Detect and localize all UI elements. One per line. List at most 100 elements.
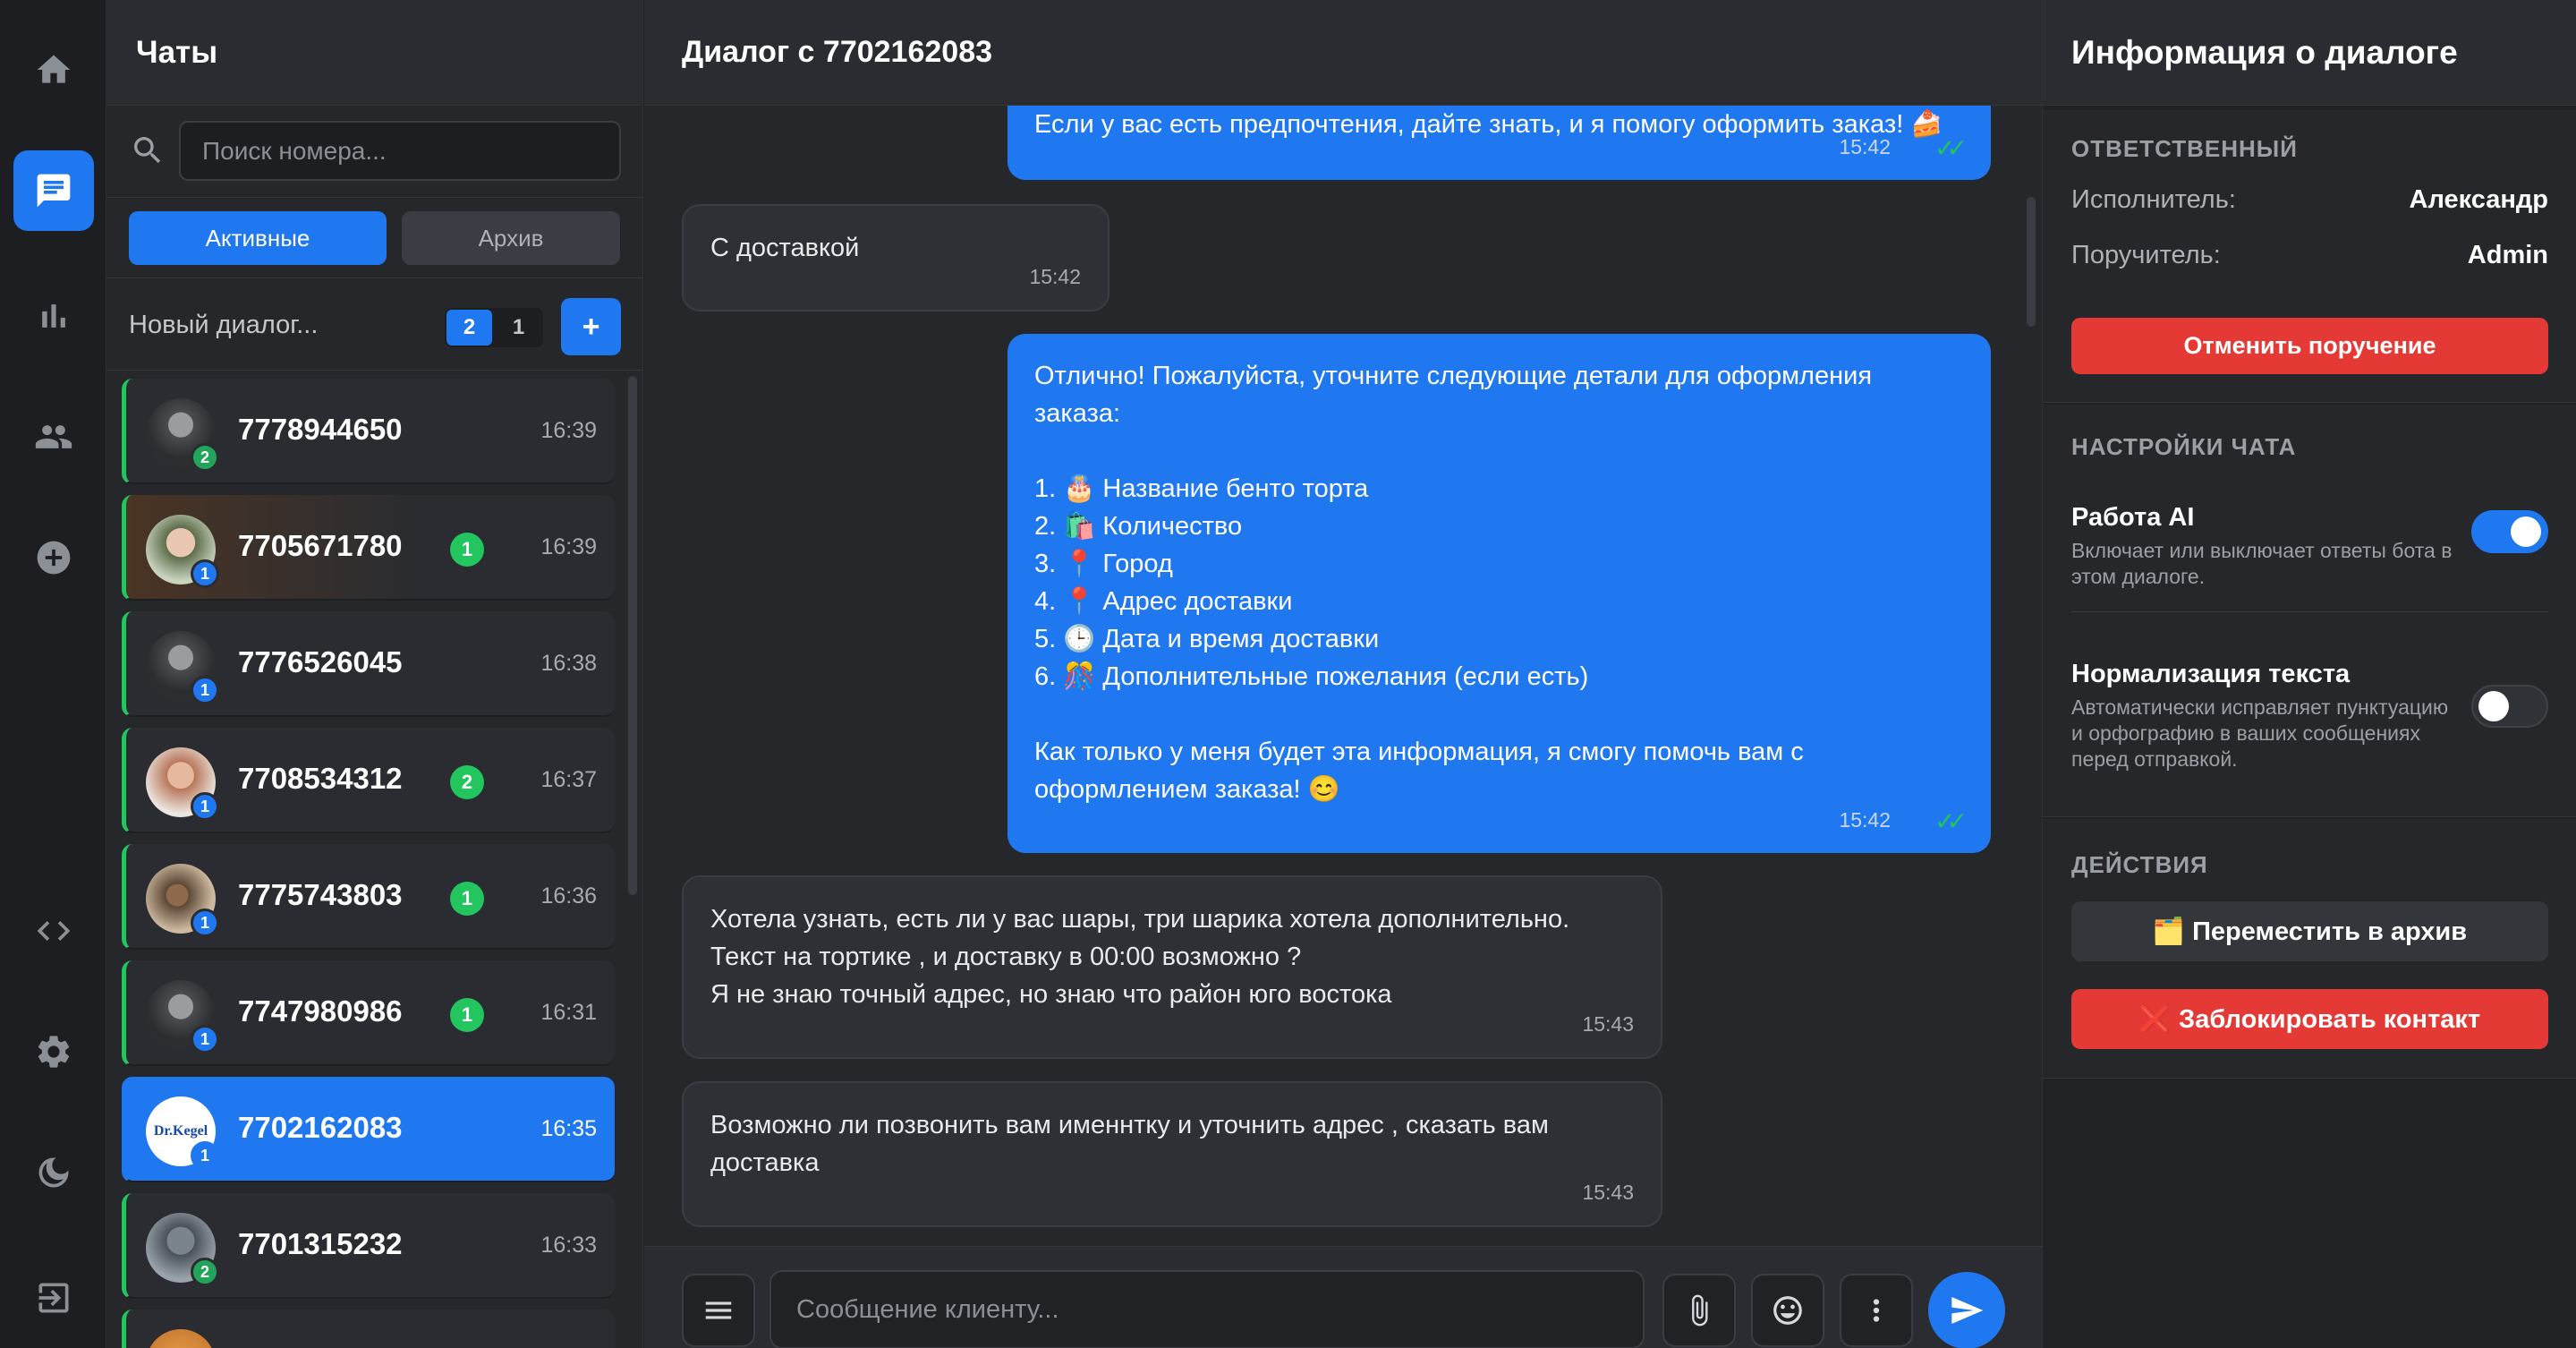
- unread-badge: 1: [450, 998, 484, 1032]
- search-row: [106, 106, 643, 198]
- page-button[interactable]: 2: [446, 310, 492, 346]
- chat-list-item[interactable]: 2 7701315232 16:33: [122, 1193, 615, 1299]
- assigner-row: Поручитель: Admin: [2071, 241, 2548, 270]
- avatar-badge: 1: [191, 909, 219, 937]
- normalization-desc: Автоматически исправляет пунктуацию и ор…: [2071, 695, 2449, 771]
- avatar: 2: [146, 1213, 219, 1286]
- executor-row: Исполнитель: Александр: [2071, 185, 2548, 215]
- chat-phone: 7701315232: [238, 1227, 403, 1260]
- responsible-title: ОТВЕТСТВЕННЫЙ: [2071, 135, 2298, 162]
- chat-phone: 7708534312: [238, 762, 403, 795]
- chat-phone: 7778944650: [238, 413, 403, 446]
- message-text: Отлично! Пожалуйста, уточните следующие …: [1034, 362, 1873, 804]
- avatar: 1: [146, 747, 219, 821]
- message-text: Возможно ли позвонить вам именнтку и уто…: [710, 1111, 1549, 1177]
- nav-rail: [0, 0, 106, 1348]
- avatar-badge: 1: [191, 1025, 219, 1054]
- chat-list-scrollbar[interactable]: [628, 376, 637, 895]
- double-check-icon: ✓✓: [1934, 134, 1968, 162]
- send-icon[interactable]: [1928, 1272, 2005, 1348]
- dialog-title: Диалог с 7702162083: [644, 0, 2042, 106]
- chat-settings-section: НАСТРОЙКИ ЧАТА Работа AI Включает или вы…: [2043, 405, 2576, 817]
- chat-time: 16:36: [540, 883, 597, 909]
- avatar-badge: 2: [191, 1258, 219, 1286]
- avatar-badge: 2: [191, 443, 219, 472]
- message-text: Если у вас есть предпочтения, дайте знат…: [1034, 110, 1943, 139]
- avatar: 2: [146, 398, 219, 472]
- chat-list: 2 7778944650 16:39 1 7705671780 1 16:39 …: [106, 371, 643, 1348]
- search-input[interactable]: [179, 121, 621, 181]
- emoji-icon[interactable]: [1751, 1274, 1824, 1347]
- tab-archive[interactable]: Архив: [402, 211, 620, 265]
- page-button[interactable]: 1: [496, 310, 541, 346]
- add-circle-icon[interactable]: [13, 517, 94, 598]
- message-time: 15:42: [1839, 808, 1891, 832]
- chat-phone: 7705671780: [238, 529, 403, 562]
- code-icon[interactable]: [13, 891, 94, 971]
- chat-time: 16:39: [540, 418, 597, 443]
- dialog-info-panel: Информация о диалоге ОТВЕТСТВЕННЫЙ Испол…: [2042, 0, 2576, 1348]
- double-check-icon: ✓✓: [1934, 807, 1968, 835]
- message-scrollbar[interactable]: [2027, 197, 2036, 327]
- block-contact-button[interactable]: ❌ Заблокировать контакт: [2071, 989, 2548, 1049]
- cancel-assignment-button[interactable]: Отменить поручение: [2071, 318, 2548, 374]
- unread-badge: 1: [450, 882, 484, 916]
- chat-list-item[interactable]: 1 7747980986 1 16:31: [122, 960, 615, 1066]
- avatar: 1: [146, 631, 219, 704]
- dialog-panel: Диалог с 7702162083 Если у вас есть пред…: [644, 0, 2042, 1348]
- settings-gear-icon[interactable]: [13, 1011, 94, 1092]
- chat-icon[interactable]: [13, 150, 94, 231]
- chat-time: 16:38: [540, 651, 597, 676]
- actions-section: ДЕЙСТВИЯ 🗂️ Переместить в архив ❌ Заблок…: [2043, 819, 2576, 1079]
- ai-setting-desc: Включает или выключает ответы бота в это…: [2071, 539, 2453, 588]
- tab-active[interactable]: Активные: [129, 211, 387, 265]
- search-icon: [130, 132, 166, 168]
- chat-time: 16:33: [540, 1233, 597, 1258]
- avatar: 1: [146, 980, 219, 1054]
- message-incoming: Возможно ли позвонить вам именнтку и уто…: [682, 1081, 1662, 1227]
- chat-time: 16:35: [540, 1116, 597, 1141]
- normalization-title: Нормализация текста: [2071, 660, 2351, 688]
- chat-time: 16:37: [540, 767, 597, 792]
- attach-icon[interactable]: [1662, 1274, 1736, 1347]
- more-vertical-icon[interactable]: [1840, 1274, 1913, 1347]
- normalization-toggle[interactable]: [2471, 685, 2548, 728]
- new-dialog-label: Новый диалог...: [129, 311, 319, 339]
- message-incoming: Хотела узнать, есть ли у вас шары, три ш…: [682, 875, 1662, 1059]
- chat-list-item[interactable]: 1 7708534312 2 16:37: [122, 728, 615, 833]
- users-icon[interactable]: [13, 397, 94, 477]
- avatar: [146, 1329, 216, 1348]
- normalization-setting: Нормализация текста Автоматически исправ…: [2071, 660, 2548, 772]
- ai-setting: Работа AI Включает или выключает ответы …: [2071, 503, 2548, 590]
- message-input[interactable]: [769, 1270, 1645, 1348]
- chat-time: 16:31: [540, 1000, 597, 1025]
- divider: [2071, 611, 2548, 612]
- home-icon[interactable]: [13, 30, 94, 110]
- actions-title: ДЕЙСТВИЯ: [2071, 851, 2208, 878]
- stats-icon[interactable]: [13, 276, 94, 356]
- logout-icon[interactable]: [13, 1258, 94, 1338]
- archive-button[interactable]: 🗂️ Переместить в архив: [2071, 901, 2548, 961]
- dark-mode-icon[interactable]: [13, 1132, 94, 1213]
- chat-list-item[interactable]: 1 7776526045 16:38: [122, 611, 615, 717]
- avatar-badge: 1: [191, 792, 219, 821]
- new-dialog-row: Новый диалог... 2 1 +: [106, 278, 643, 371]
- chat-phone: 7775743803: [238, 878, 403, 911]
- chat-list-item[interactable]: [122, 1310, 615, 1348]
- chat-list-item[interactable]: 2 7778944650 16:39: [122, 379, 615, 484]
- chat-tabs: Активные Архив: [106, 198, 643, 278]
- chats-title: Чаты: [106, 0, 642, 106]
- new-dialog-button[interactable]: +: [561, 298, 621, 355]
- chat-list-item-selected[interactable]: Dr.Kegel 1 7702162083 16:35: [122, 1077, 615, 1182]
- ai-toggle[interactable]: [2471, 510, 2548, 553]
- message-list: Если у вас есть предпочтения, дайте знат…: [644, 106, 2042, 1242]
- assigner-value: Admin: [2467, 241, 2548, 269]
- avatar: 1: [146, 515, 219, 588]
- chat-list-item[interactable]: 1 7775743803 1 16:36: [122, 844, 615, 950]
- message-text: С доставкой: [710, 234, 860, 262]
- chat-list-item[interactable]: 1 7705671780 1 16:39: [122, 495, 615, 601]
- executor-value: Александр: [2409, 185, 2549, 214]
- message-time: 15:43: [1582, 1012, 1634, 1036]
- menu-icon[interactable]: [682, 1274, 755, 1347]
- info-title: Информация о диалоге: [2043, 0, 2576, 106]
